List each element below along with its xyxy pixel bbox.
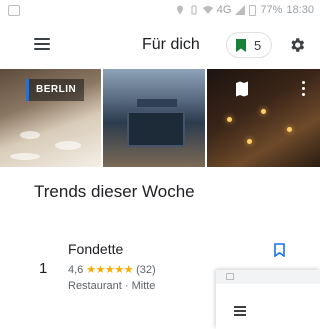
mini-status-bar — [216, 270, 320, 284]
city-label: BERLIN — [26, 79, 85, 101]
rating-value: 4,6 — [68, 263, 84, 276]
photo-carousel[interactable]: BERLIN — [0, 69, 320, 167]
photo-detail — [55, 141, 81, 150]
review-count: (32) — [136, 263, 156, 276]
photo-detail — [137, 99, 177, 107]
menu-icon — [234, 306, 246, 316]
signal-icon — [235, 5, 246, 15]
photo-detail — [127, 111, 185, 147]
photo-detail — [20, 131, 40, 139]
page-title: Für dich — [142, 36, 200, 53]
star-rating: ★★★★★ — [86, 264, 134, 276]
menu-icon[interactable] — [34, 38, 50, 50]
app-bar: Für dich 5 — [0, 22, 320, 68]
notification-icon — [8, 5, 20, 16]
network-type: 4G — [216, 4, 232, 16]
more-vert-icon[interactable] — [302, 81, 306, 97]
photo-detail — [247, 139, 252, 144]
battery-level: 77% — [260, 4, 283, 16]
wifi-icon — [202, 6, 213, 14]
place-category: Restaurant · Mitte — [68, 280, 156, 292]
bookmark-icon — [236, 38, 246, 52]
battery-icon — [249, 4, 257, 16]
place-name[interactable]: Fondette — [68, 241, 123, 257]
vibrate-icon — [191, 5, 197, 15]
gear-icon[interactable] — [288, 36, 306, 54]
app-window-thumbnail[interactable] — [216, 270, 320, 329]
photo-detail — [261, 109, 266, 114]
restaurant-photo[interactable]: BERLIN — [0, 69, 101, 167]
status-icons: 4G 77% 18:30 — [175, 4, 314, 16]
section-heading: Trends dieser Woche — [34, 182, 195, 201]
saved-places-button[interactable]: 5 — [226, 32, 272, 58]
map-icon[interactable] — [235, 81, 249, 97]
clock: 18:30 — [286, 4, 314, 16]
bookmark-outline-icon — [273, 243, 285, 257]
saved-count: 5 — [254, 37, 262, 53]
photo-detail — [227, 117, 232, 122]
restaurant-photo[interactable] — [207, 69, 320, 167]
photo-detail — [287, 127, 292, 132]
rank-number: 1 — [39, 260, 48, 277]
rating-row: 4,6 ★★★★★ (32) — [68, 263, 156, 277]
status-bar: 4G 77% 18:30 — [0, 0, 320, 22]
save-place-button[interactable] — [268, 239, 290, 261]
photo-detail — [10, 153, 40, 160]
restaurant-photo[interactable] — [103, 69, 205, 167]
location-icon — [176, 5, 183, 15]
